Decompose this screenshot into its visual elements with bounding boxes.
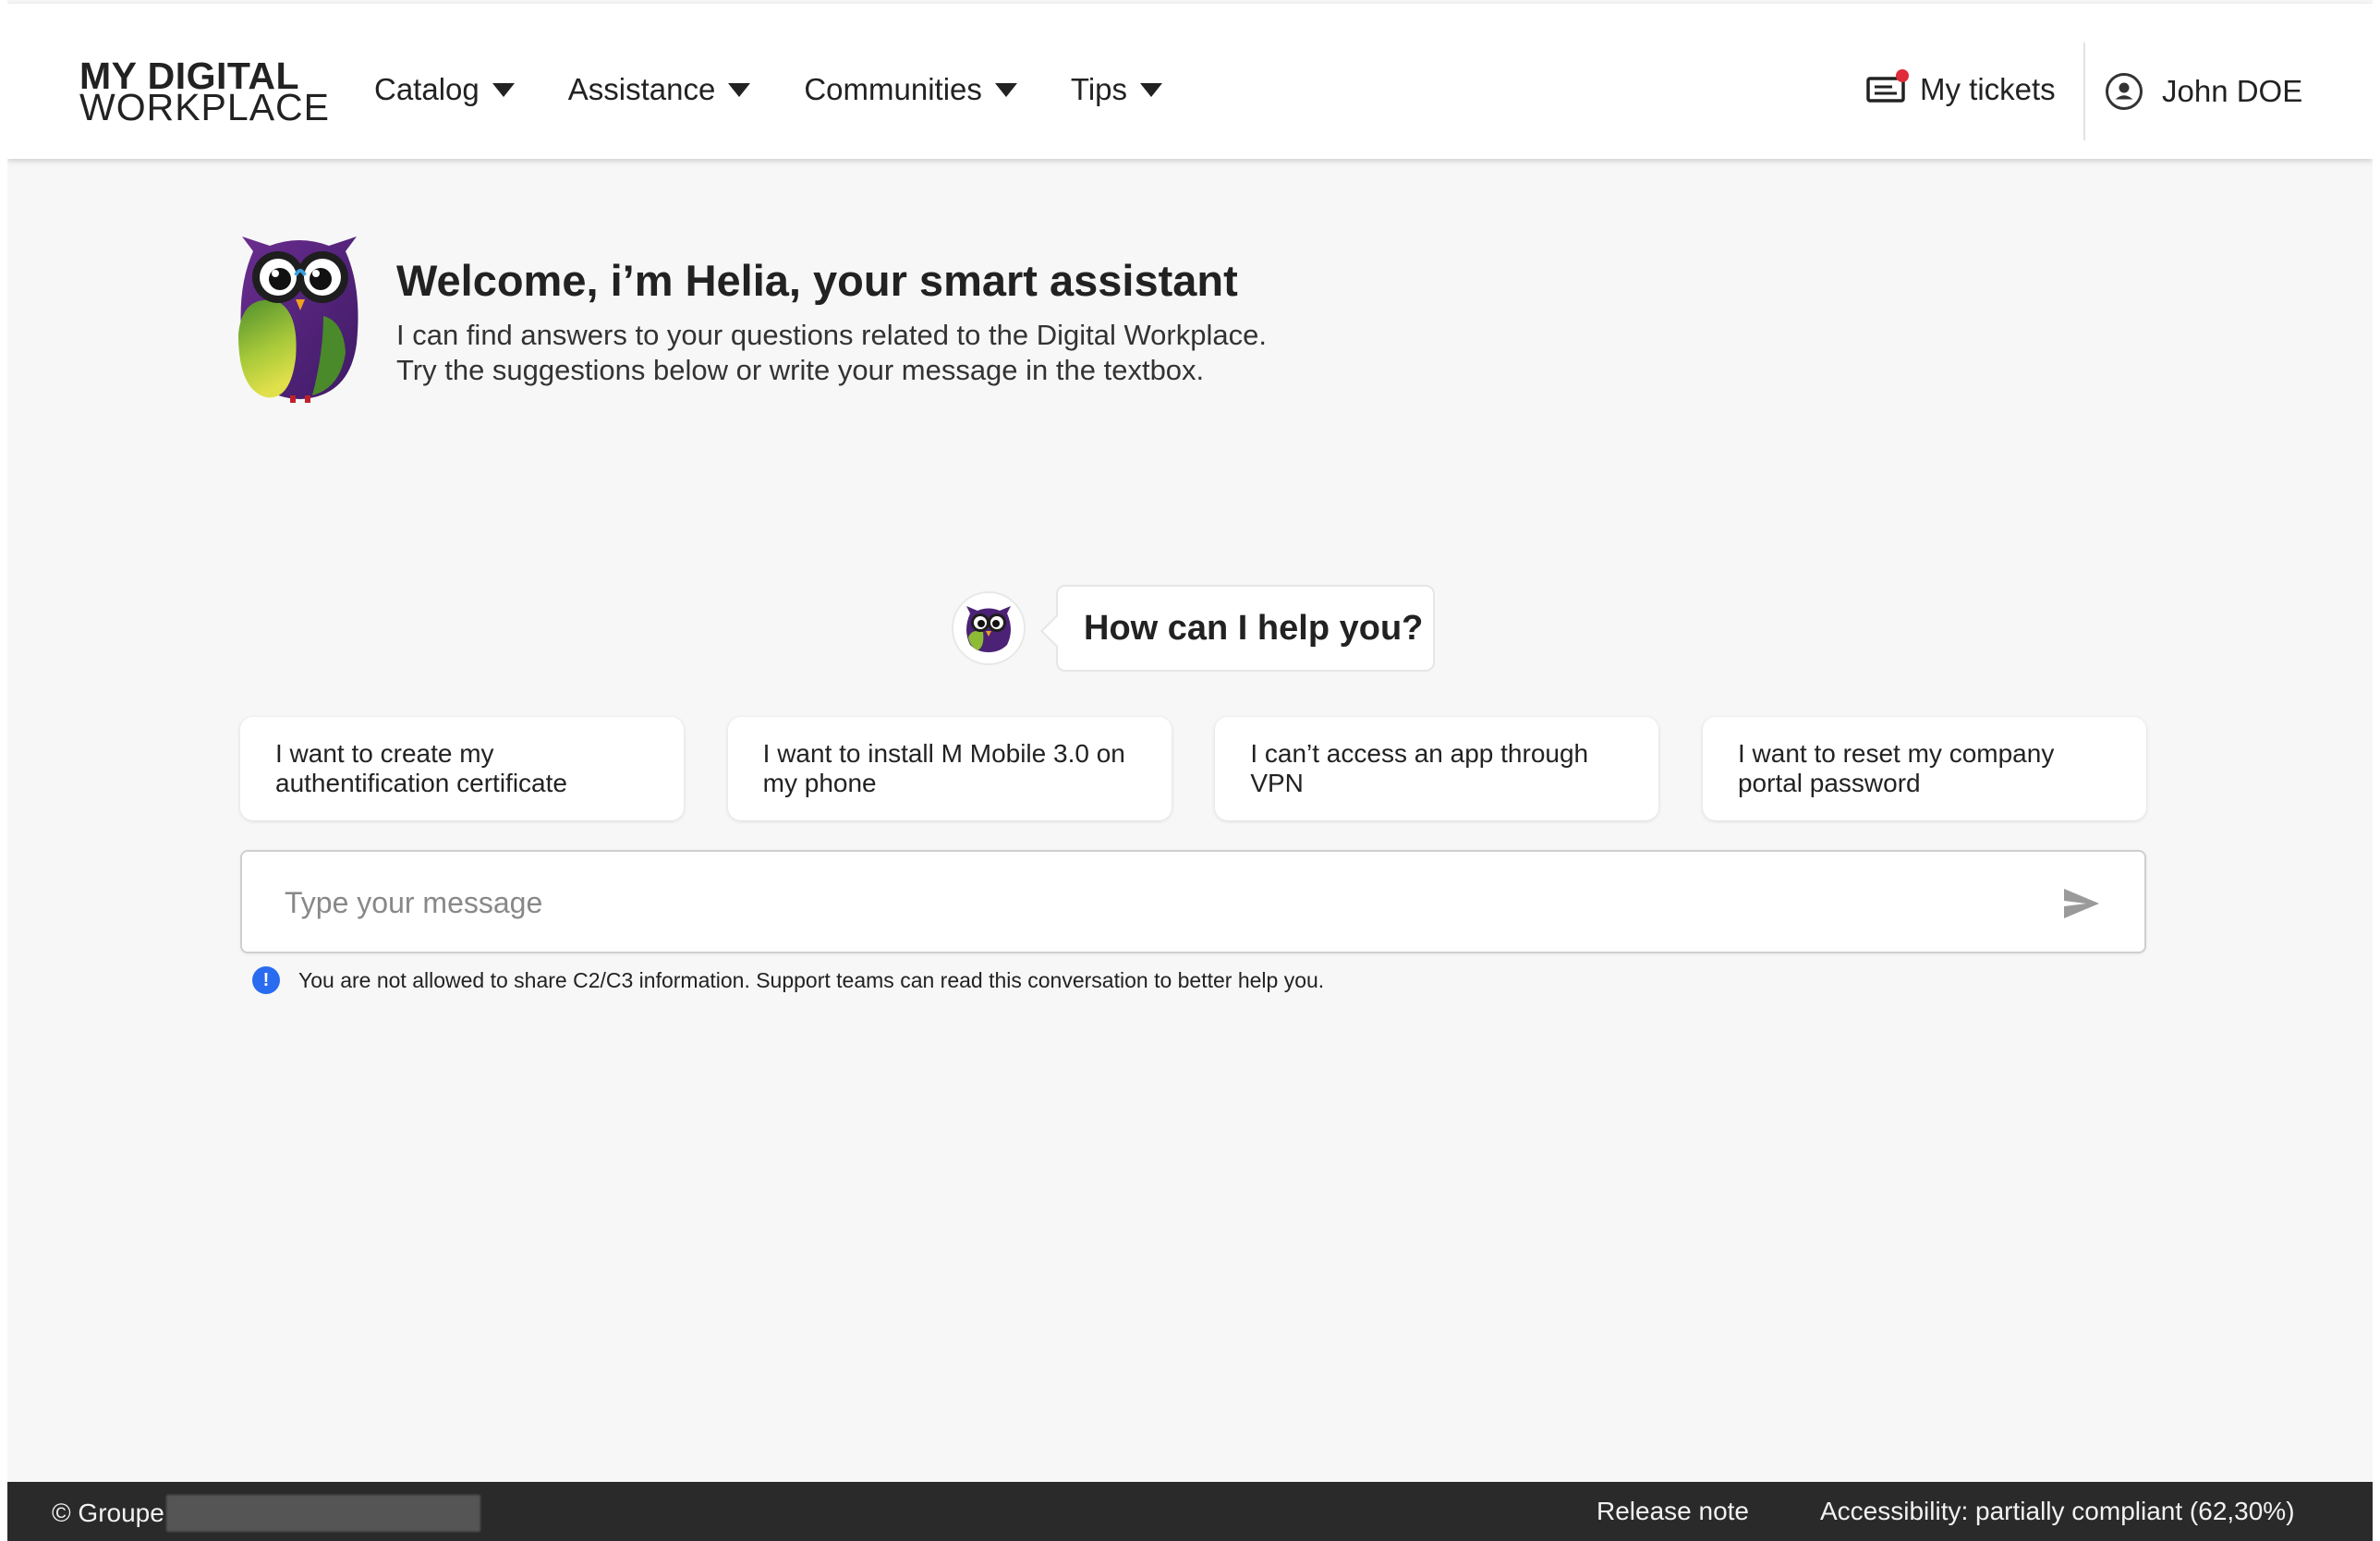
footer-copyright: © Groupe: [52, 1495, 480, 1532]
send-icon[interactable]: [2062, 887, 2101, 920]
caret-down-icon: [728, 82, 751, 97]
nav-communities-label: Communities: [804, 72, 982, 106]
redacted-company-name: [165, 1495, 480, 1532]
header-divider: [2083, 42, 2085, 140]
logo-line-2: WORKPLACE: [79, 85, 330, 128]
top-header: MY DIGITAL WORKPLACE Catalog Assistance …: [7, 4, 2373, 159]
helia-small-avatar: [952, 591, 1026, 665]
nav-catalog-label: Catalog: [374, 72, 480, 106]
welcome-line-2: Try the suggestions below or write your …: [396, 354, 1205, 386]
suggestion-reset-password[interactable]: I want to reset my company portal passwo…: [1702, 717, 2146, 820]
logo[interactable]: MY DIGITAL WORKPLACE: [79, 57, 330, 128]
suggestion-create-certificate[interactable]: I want to create my authentification cer…: [240, 717, 684, 820]
main-nav: Catalog Assistance Communities Tips: [374, 72, 1216, 107]
assistant-prompt-bubble: How can I help you?: [1056, 585, 1435, 672]
caret-down-icon: [994, 82, 1017, 97]
privacy-notice-text: You are not allowed to share C2/C3 infor…: [298, 967, 1325, 992]
helia-owl-avatar: [238, 237, 358, 403]
welcome-title: Welcome, i’m Helia, your smart assistant: [396, 256, 1238, 305]
accessibility-link[interactable]: Accessibility: partially compliant (62,3…: [1820, 1497, 2295, 1526]
nav-assistance-label: Assistance: [567, 72, 716, 106]
assistant-prompt-text: How can I help you?: [1084, 608, 1424, 648]
notification-dot: [1896, 69, 1909, 82]
privacy-notice: ! You are not allowed to share C2/C3 inf…: [252, 966, 1324, 994]
app-window: MY DIGITAL WORKPLACE Catalog Assistance …: [7, 0, 2373, 1541]
caret-down-icon: [492, 82, 515, 97]
message-input[interactable]: [285, 878, 2022, 928]
user-name: John DOE: [2162, 74, 2303, 108]
copyright-text: © Groupe: [52, 1499, 164, 1527]
my-tickets-link[interactable]: My tickets: [1866, 69, 2056, 107]
footer: © Groupe Release note Accessibility: par…: [7, 1482, 2373, 1541]
user-circle-icon: [2106, 73, 2143, 110]
nav-tips[interactable]: Tips: [1070, 72, 1163, 107]
suggestion-list: I want to create my authentification cer…: [240, 717, 2146, 820]
nav-catalog[interactable]: Catalog: [374, 72, 515, 107]
user-menu[interactable]: John DOE: [2105, 72, 2302, 111]
nav-tips-label: Tips: [1070, 72, 1128, 106]
my-tickets-label: My tickets: [1920, 72, 2056, 106]
ticket-icon: [1866, 69, 1909, 103]
suggestion-install-m-mobile[interactable]: I want to install M Mobile 3.0 on my pho…: [727, 717, 1172, 820]
message-box: [240, 850, 2146, 953]
release-note-link[interactable]: Release note: [1597, 1497, 1749, 1526]
nav-communities[interactable]: Communities: [804, 72, 1017, 107]
welcome-description: I can find answers to your questions rel…: [396, 318, 1267, 388]
caret-down-icon: [1140, 82, 1163, 97]
nav-assistance[interactable]: Assistance: [568, 72, 751, 107]
welcome-line-1: I can find answers to your questions rel…: [396, 319, 1267, 351]
suggestion-vpn-access[interactable]: I can’t access an app through VPN: [1215, 717, 1659, 820]
info-icon: !: [252, 966, 280, 994]
